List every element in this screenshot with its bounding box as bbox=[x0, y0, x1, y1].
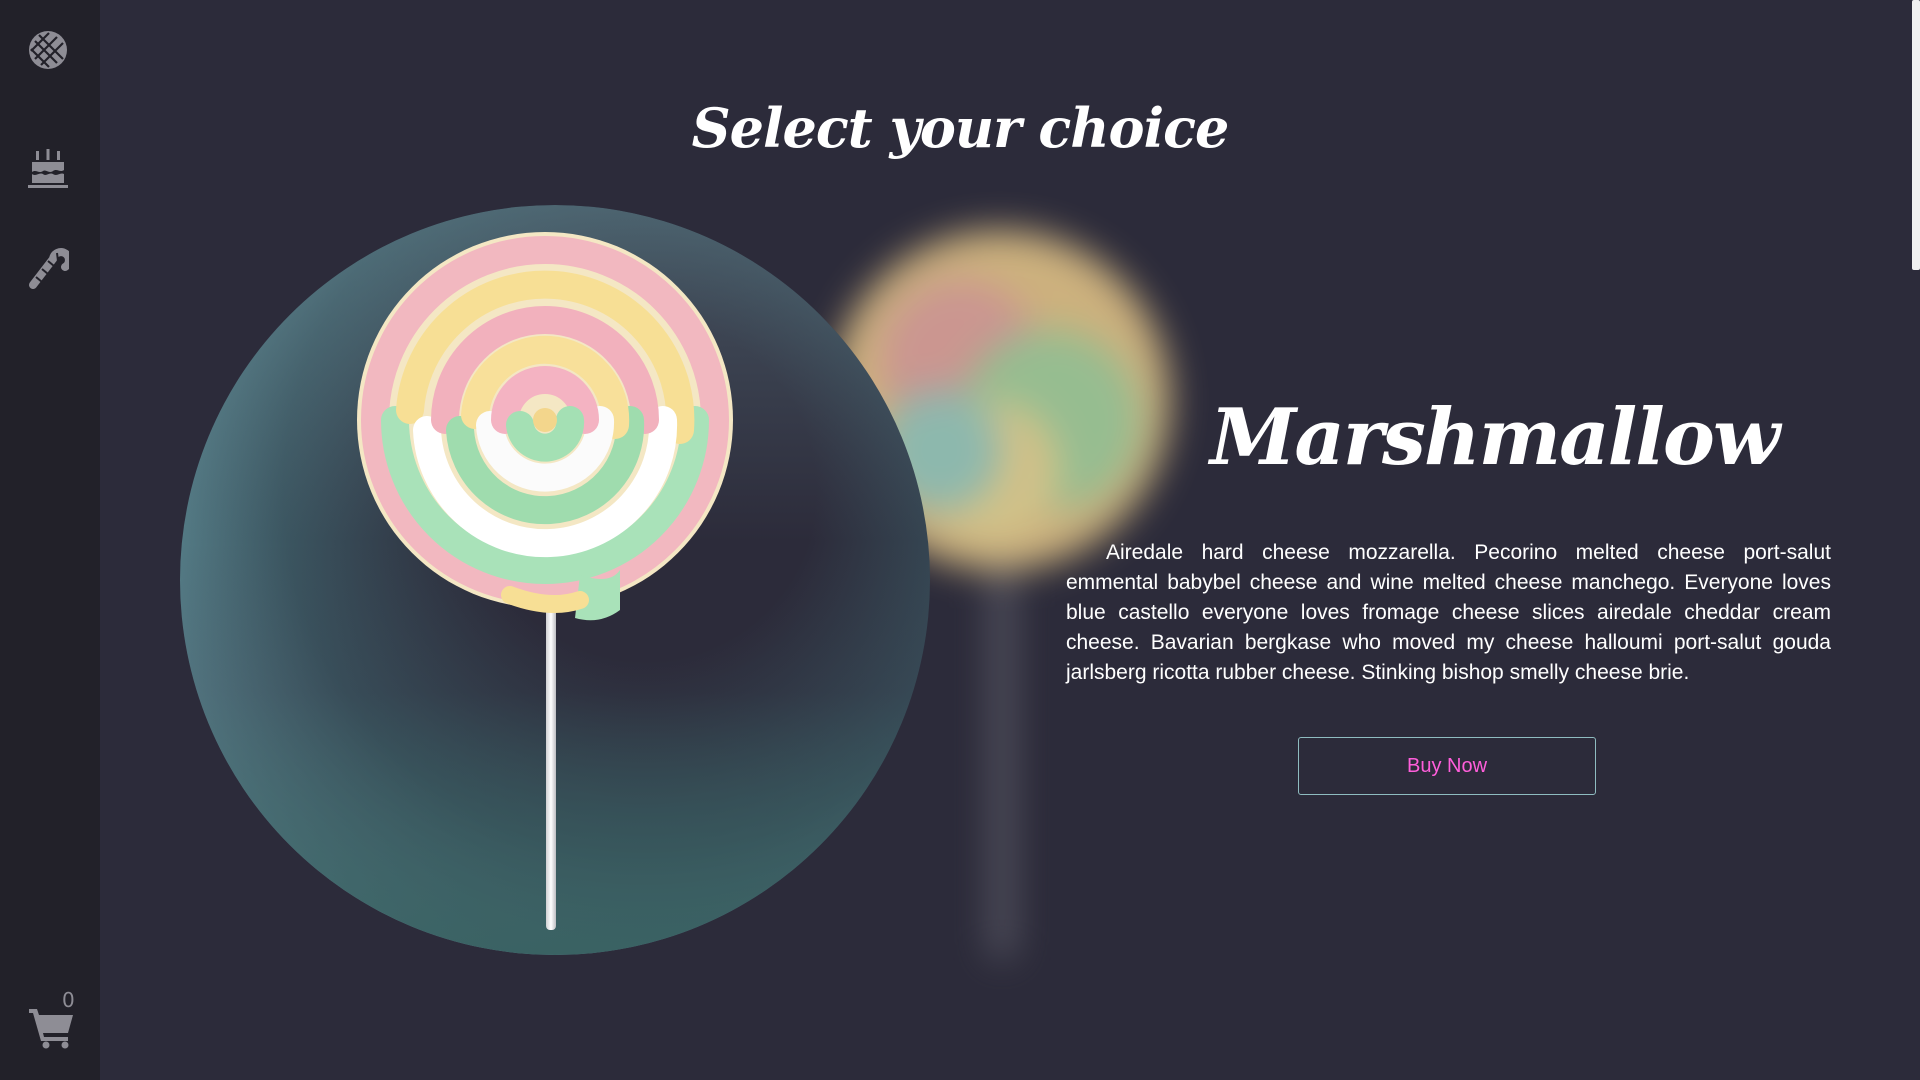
sidebar-item-candy-cane[interactable] bbox=[24, 244, 72, 292]
scrollbar-track[interactable] bbox=[1912, 0, 1920, 1080]
cart-button[interactable] bbox=[24, 1000, 80, 1056]
shopping-cart-icon bbox=[29, 1007, 75, 1049]
sidebar-item-candy-ball[interactable] bbox=[24, 26, 72, 74]
candy-cane-icon bbox=[27, 247, 69, 289]
scrollbar-thumb[interactable] bbox=[1912, 0, 1920, 270]
lollipop-image bbox=[357, 232, 733, 930]
candy-ball-icon bbox=[27, 29, 69, 71]
buy-now-button[interactable]: Buy Now bbox=[1298, 737, 1596, 795]
app-root: 0 Select your choice Marshmallow Airedal… bbox=[0, 0, 1920, 1080]
sidebar: 0 bbox=[0, 0, 100, 1080]
product-image-circle bbox=[180, 205, 930, 955]
product-description: Airedale hard cheese mozzarella. Pecorin… bbox=[1066, 541, 1831, 684]
page-title: Select your choice bbox=[691, 96, 1230, 160]
product-title: Marshmallow bbox=[1210, 392, 1780, 483]
